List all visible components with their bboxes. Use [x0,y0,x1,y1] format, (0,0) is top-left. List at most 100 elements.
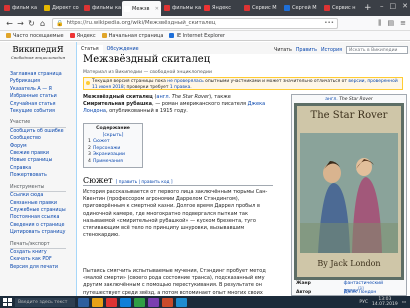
sidebar-link[interactable]: Новые страницы [10,157,66,164]
notifications-icon[interactable]: ▭ [402,300,406,305]
content-panel: Статья Обсуждение Читать Править История… [76,42,410,296]
notice-link-unchecked[interactable]: не проверялась [167,79,204,84]
taskbar-app-icon[interactable] [92,297,103,307]
sidebar-link[interactable]: Версия для печати [10,264,66,271]
notice-text: Текущая версия страницы пока [92,79,168,84]
bookmark-item[interactable]: Яндекс [69,33,96,39]
back-arrow-icon[interactable]: ← [4,19,15,28]
close-tab-icon[interactable]: ✕ [155,6,159,12]
browser-navbar: ← → ↻ ⌂ 🔒 https://ru.wikipedia.org/wiki/… [0,16,410,31]
taskbar-search-input[interactable]: Введите здесь текст для поиска [15,297,75,307]
browser-tab[interactable]: Директ со [42,1,81,15]
minimize-button[interactable]: – [380,2,384,10]
toc-toggle[interactable]: [скрыть] [103,133,124,138]
intro-alt-title: Смирительная рубашка [83,101,153,107]
library-icon[interactable]: ⫼ [378,19,381,28]
wiki-logo[interactable]: ВикипедиЯ Свободная энциклопедия [8,42,68,64]
tab-history[interactable]: История [321,48,342,53]
taskbar-app-icon[interactable] [176,297,187,307]
bookmark-item[interactable]: IE Internet Explorer [169,33,225,39]
browser-tab[interactable]: Сервис М [242,1,281,15]
sidebar-link[interactable]: Избранные статьи [10,93,66,100]
section-edit-code-link[interactable]: править код ] [141,180,172,185]
wiki-sidebar: ВикипедиЯ Свободная энциклопедия Заглавн… [0,42,76,296]
sidebar-link[interactable]: Служебные страницы [10,207,66,214]
sidebar-link[interactable]: Цитировать страницу [10,229,66,236]
bookmark-icon [69,33,75,38]
sidebar-link[interactable]: Создать книгу [10,249,66,256]
address-bar[interactable]: 🔒 https://ru.wikipedia.org/wiki/Межзвёзд… [52,17,338,29]
sidebar-link[interactable]: Указатель А — Я [10,86,66,93]
author-label: Автор [296,290,312,295]
infobox: англ. The Star Rover The Star Rover By J… [291,94,407,296]
sidebar-link[interactable]: Связанные правки [10,200,66,207]
browser-tab[interactable]: фильмы ка [82,1,121,15]
tab-label: Сервис М [252,5,277,11]
page-actions-icon[interactable]: ••• [324,20,337,26]
sidebar-link[interactable]: Сведения о странице [10,222,66,229]
infobox-lang[interactable]: англ. [325,97,337,102]
section-edit-link[interactable]: [ править [116,180,138,185]
browser-tab[interactable]: Яндекс [202,1,241,15]
sidebar-icon[interactable]: ▤ [388,19,395,28]
sidebar-link[interactable]: Сообщить об ошибке [10,128,66,135]
wiki-search-input[interactable]: Искать в Википедии [346,46,408,54]
bookmarks-bar: Часто посещаемые Яндекс Начальная страница… [0,31,410,41]
taskbar-app-icon[interactable] [162,297,173,307]
menu-icon[interactable]: ≡ [400,19,406,28]
browser-tab[interactable]: Сервис н [322,1,361,15]
sidebar-link[interactable]: Форум [10,143,66,150]
reload-icon[interactable]: ↻ [26,19,37,28]
taskbar-lang[interactable]: РУС [359,300,368,305]
windows-start-icon[interactable] [2,297,12,307]
browser-tab[interactable]: Сергей М [282,1,321,15]
sidebar-link[interactable]: Сообщество [10,135,66,142]
sidebar-link[interactable]: Постоянная ссылка [10,214,66,221]
sidebar-section-heading: Участие [10,119,66,128]
sidebar-link[interactable]: Скачать как PDF [10,256,66,263]
intro-lang-link[interactable]: англ. [156,94,170,100]
tab-favicon-icon [244,5,250,11]
tab-discussion[interactable]: Обсуждение [103,45,143,54]
taskbar-app-icon[interactable] [106,297,117,307]
new-tab-button[interactable]: + [364,3,372,13]
notice-link-edit[interactable]: 1 правка [170,85,190,90]
sidebar-link[interactable]: Заглавная страница [10,71,66,78]
sidebar-link[interactable]: Свежие правки [10,150,66,157]
toc-item-label: Экранизации [92,152,125,157]
toc-item[interactable]: 4 Примечания [88,159,138,166]
cover-author: By Jack London [317,259,381,268]
tab-read[interactable]: Читать [274,48,292,53]
intro-text: , — роман американского писателя [152,101,248,107]
browser-tab[interactable]: фильм ка [2,1,41,15]
toc-item-number: 1 [88,139,91,144]
taskbar-clock[interactable]: 13:03 14.07.2019 [372,297,398,307]
notice-icon [86,81,90,85]
sidebar-link[interactable]: Текущие события [10,108,66,115]
tab-edit[interactable]: Править [296,48,317,53]
sidebar-link[interactable]: Случайная статья [10,101,66,108]
book-cover-image[interactable]: The Star Rover By Jack London [294,103,404,280]
taskbar-app-icon[interactable] [134,297,145,307]
sidebar-link[interactable]: Пожертвовать [10,172,66,179]
browser-tab[interactable]: фильмы ка [162,1,201,15]
taskbar-app-icon[interactable] [148,297,159,307]
bookmark-icon [169,33,175,38]
logo-subtitle: Свободная энциклопедия [10,55,66,60]
home-icon[interactable]: ⌂ [37,19,48,28]
toc-item-label: Примечания [92,158,123,164]
forward-arrow-icon[interactable]: → [15,19,26,28]
tab-article[interactable]: Статья [77,45,103,54]
sidebar-link[interactable]: Рубрикация [10,78,66,85]
taskbar-app-icon[interactable] [120,297,131,307]
bookmark-item[interactable]: Часто посещаемые [6,33,64,39]
taskbar-app-icon[interactable] [78,297,89,307]
close-window-button[interactable]: ✕ [402,2,408,10]
browser-tab[interactable]: Межзв ✕ [122,1,161,16]
sidebar-link[interactable]: Справка [10,165,66,172]
tab-label: Сервис н [332,5,356,11]
author-value[interactable]: Джек Лондон [344,290,376,295]
sidebar-link[interactable]: Ссылки сюда [10,192,66,199]
bookmark-item[interactable]: Начальная страница [101,33,163,39]
maximize-button[interactable]: □ [390,2,397,10]
